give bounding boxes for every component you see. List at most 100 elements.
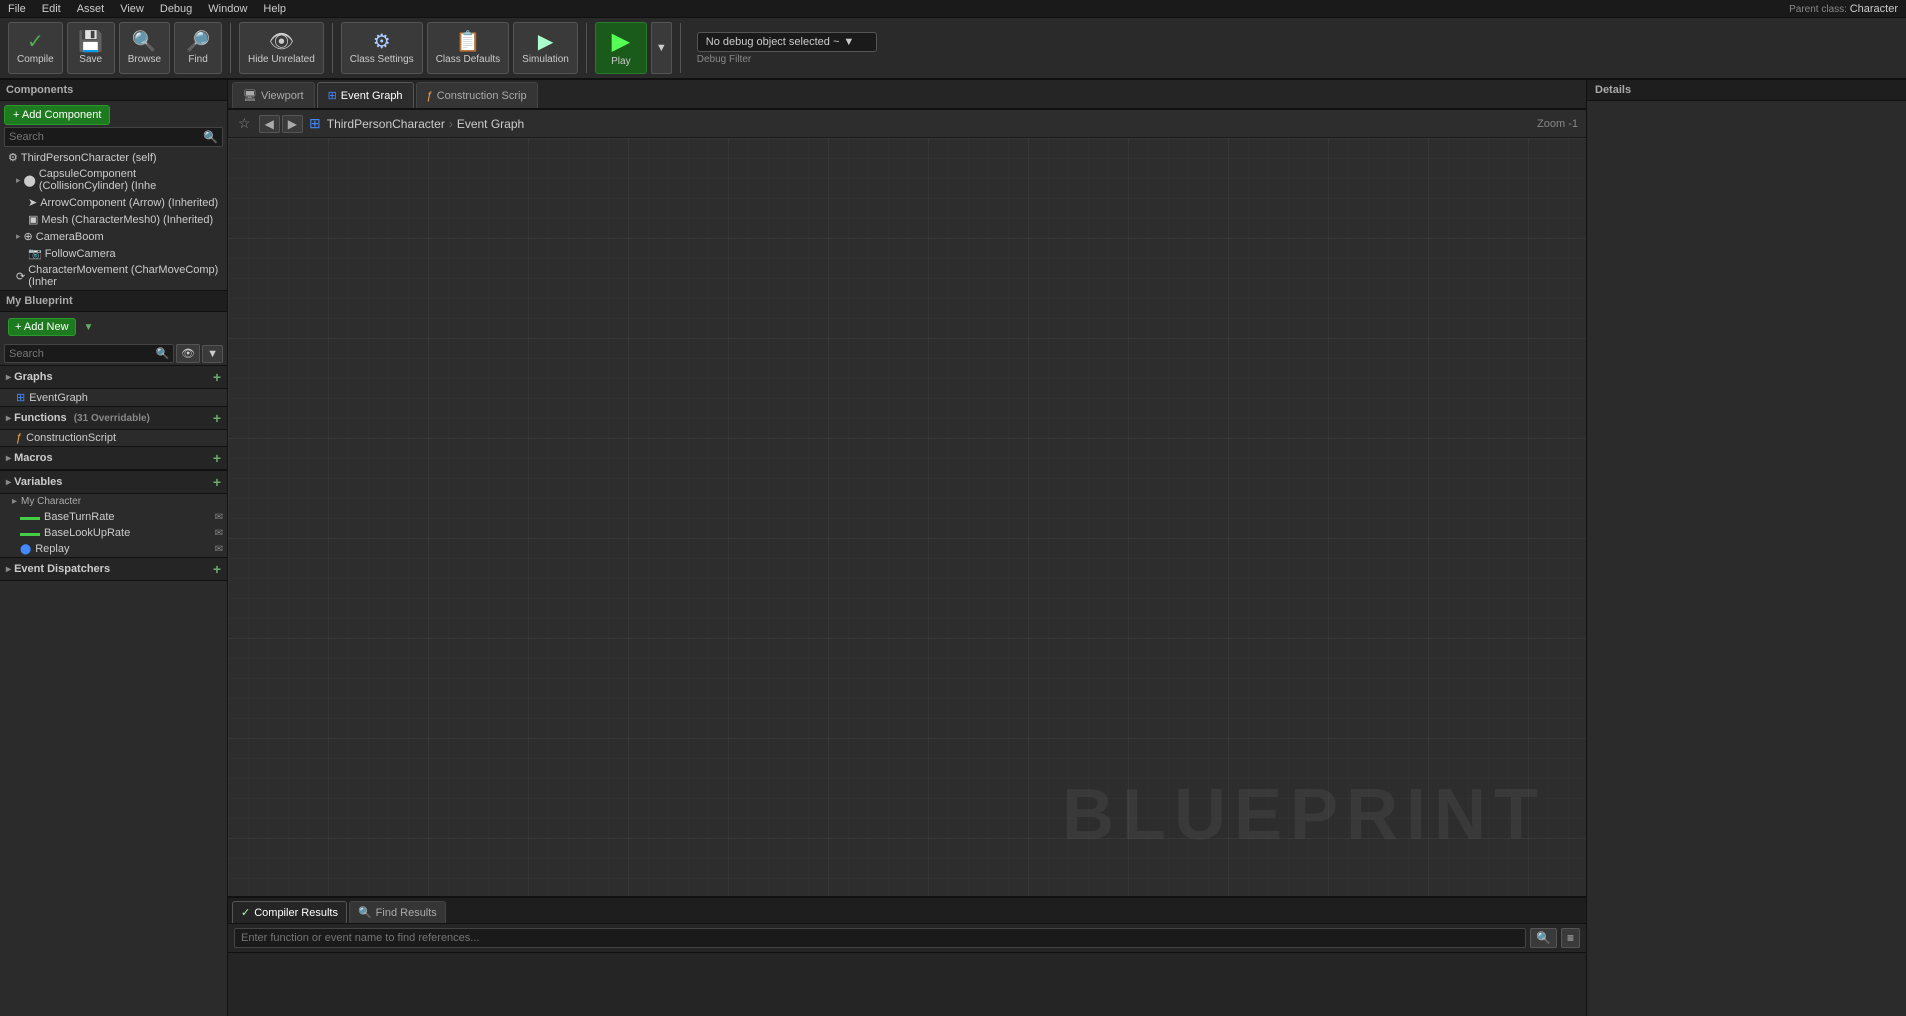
class-defaults-button[interactable]: 📋 Class Defaults [427, 22, 509, 74]
graphs-arrow-icon: ▸ [6, 372, 11, 383]
simulation-button[interactable]: ▶ Simulation [513, 22, 578, 74]
blueprint-canvas[interactable]: BLUEPRINT [228, 138, 1586, 896]
variables-section-header: ▸ Variables + [0, 470, 227, 494]
my-blueprint-options-button[interactable]: ▼ [202, 345, 223, 363]
add-new-dropdown-icon[interactable]: ▼ [84, 322, 94, 333]
details-content [1587, 101, 1906, 1016]
my-blueprint-label: My Blueprint [6, 295, 73, 307]
tree-item-camera-boom-label: CameraBoom [36, 231, 104, 243]
browse-button[interactable]: 🔍 Browse [119, 22, 170, 74]
play-button[interactable]: ▶ Play [595, 22, 647, 74]
toolbar-separator-2 [332, 23, 333, 73]
class-settings-button[interactable]: ⚙ Class Settings [341, 22, 423, 74]
tree-item-camera-boom[interactable]: ▸ ⊕ CameraBoom [0, 228, 227, 245]
my-blueprint-title: My Blueprint [0, 291, 227, 312]
tree-item-self[interactable]: ⚙ ThirdPersonCharacter (self) [0, 149, 227, 166]
components-search-input[interactable] [9, 131, 203, 143]
tree-item-arrow[interactable]: ➤ ArrowComponent (Arrow) (Inherited) [0, 194, 227, 211]
base-look-up-rate-icon: ▬▬ [20, 528, 40, 539]
tree-item-mesh[interactable]: ▣ Mesh (CharacterMesh0) (Inherited) [0, 211, 227, 228]
macros-section-header: ▸ Macros + [0, 446, 227, 470]
viewport-tab-icon: 🖥 [243, 89, 257, 102]
menu-debug[interactable]: Debug [160, 3, 192, 15]
tab-construction-script[interactable]: ƒ Construction Scrip [416, 82, 538, 108]
my-blueprint-eye-button[interactable]: 👁 [176, 344, 200, 363]
class-defaults-label: Class Defaults [436, 54, 500, 65]
debug-object-dropdown[interactable]: No debug object selected ~ ▼ [697, 32, 877, 52]
event-dispatchers-add-icon[interactable]: + [213, 561, 221, 577]
variables-add-icon[interactable]: + [213, 474, 221, 490]
find-icon: 🔎 [186, 32, 211, 52]
tree-item-construction-script[interactable]: ƒ ConstructionScript [0, 430, 227, 446]
parent-class-link[interactable]: Character [1850, 3, 1898, 15]
tree-item-char-movement[interactable]: ⟳ CharacterMovement (CharMoveComp) (Inhe… [0, 262, 227, 290]
browse-icon: 🔍 [132, 32, 157, 52]
find-results-label: Find Results [376, 907, 437, 919]
simulation-icon: ▶ [538, 32, 553, 52]
tab-event-graph[interactable]: ⊞ Event Graph [317, 82, 414, 108]
class-settings-label: Class Settings [350, 54, 414, 65]
menu-help[interactable]: Help [263, 3, 286, 15]
nav-forward-button[interactable]: ▶ [282, 115, 303, 133]
macros-arrow-icon: ▸ [6, 453, 11, 464]
tab-viewport[interactable]: 🖥 Viewport [232, 82, 315, 108]
event-graph-icon: ⊞ [16, 391, 25, 404]
event-graph-tab-icon: ⊞ [328, 89, 337, 102]
functions-add-icon[interactable]: + [213, 410, 221, 426]
nav-back-button[interactable]: ◀ [259, 115, 280, 133]
compile-button[interactable]: ✓ Compile [8, 22, 63, 74]
breadcrumb-sep-icon: › [449, 117, 453, 131]
functions-arrow-icon: ▸ [6, 413, 11, 424]
menu-asset[interactable]: Asset [77, 3, 105, 15]
find-options-button[interactable]: ≡ [1561, 928, 1580, 948]
tree-item-base-look-up-rate[interactable]: ▬▬ BaseLookUpRate ✉ [0, 525, 227, 541]
class-defaults-icon: 📋 [455, 32, 480, 52]
tree-item-mesh-label: Mesh (CharacterMesh0) (Inherited) [41, 214, 213, 226]
my-blueprint-search-input[interactable] [9, 348, 155, 360]
macros-add-icon[interactable]: + [213, 450, 221, 466]
breadcrumb-bar: ☆ ◀ ▶ ⊞ ThirdPersonCharacter › Event Gra… [228, 110, 1586, 138]
debug-dropdown-arrow-icon: ▼ [843, 36, 854, 48]
toolbar-separator-4 [680, 23, 681, 73]
add-component-button[interactable]: + Add Component [4, 105, 110, 125]
variable-category-label: My Character [21, 496, 81, 507]
find-bar: 🔍 ≡ [228, 924, 1586, 953]
simulation-label: Simulation [522, 54, 569, 65]
graphs-add-icon[interactable]: + [213, 369, 221, 385]
add-new-button[interactable]: + Add New [8, 318, 76, 336]
tree-item-capsule[interactable]: ▸ ⬤ CapsuleComponent (CollisionCylinder)… [0, 166, 227, 194]
find-search-button[interactable]: 🔍 [1530, 928, 1557, 948]
toolbar-separator-3 [586, 23, 587, 73]
my-blueprint-search-row: 🔍 👁 ▼ [4, 344, 223, 363]
save-button[interactable]: 💾 Save [67, 22, 115, 74]
star-button[interactable]: ☆ [236, 115, 253, 132]
menu-window[interactable]: Window [208, 3, 247, 15]
tree-item-base-turn-rate[interactable]: ▬▬ BaseTurnRate ✉ [0, 509, 227, 525]
menu-edit[interactable]: Edit [42, 3, 61, 15]
find-button[interactable]: 🔎 Find [174, 22, 222, 74]
tab-compiler-results[interactable]: ✓ Compiler Results [232, 901, 347, 923]
find-results-icon: 🔍 [358, 906, 372, 919]
find-references-input[interactable] [234, 928, 1526, 948]
graphs-label: ▸ Graphs [6, 371, 53, 383]
tree-item-self-label: ThirdPersonCharacter (self) [21, 152, 157, 164]
tree-item-replay[interactable]: ⬤ Replay ✉ [0, 541, 227, 557]
event-graph-tab-label: Event Graph [341, 90, 403, 102]
menu-file[interactable]: File [8, 3, 26, 15]
hide-unrelated-label: Hide Unrelated [248, 54, 315, 65]
hide-unrelated-button[interactable]: 👁 Hide Unrelated [239, 22, 324, 74]
find-label: Find [188, 54, 207, 65]
tab-find-results[interactable]: 🔍 Find Results [349, 901, 446, 923]
variable-category: ▸ My Character [0, 494, 227, 509]
construction-script-tab-label: Construction Scrip [437, 90, 527, 102]
tree-item-follow-camera[interactable]: 📷 FollowCamera [0, 245, 227, 262]
breadcrumb-class: ThirdPersonCharacter [327, 117, 445, 131]
replay-icon: ⬤ [20, 544, 31, 555]
tree-item-event-graph[interactable]: ⊞ EventGraph [0, 389, 227, 406]
menu-view[interactable]: View [120, 3, 144, 15]
play-dropdown-button[interactable]: ▼ [651, 22, 672, 74]
left-panel: Components + Add Component 🔍 ⚙ ThirdPers… [0, 80, 228, 1016]
tab-bar: 🖥 Viewport ⊞ Event Graph ƒ Construction … [228, 80, 1586, 110]
menu-bar: File Edit Asset View Debug Window Help P… [0, 0, 1906, 18]
bottom-tab-bar: ✓ Compiler Results 🔍 Find Results [228, 898, 1586, 924]
